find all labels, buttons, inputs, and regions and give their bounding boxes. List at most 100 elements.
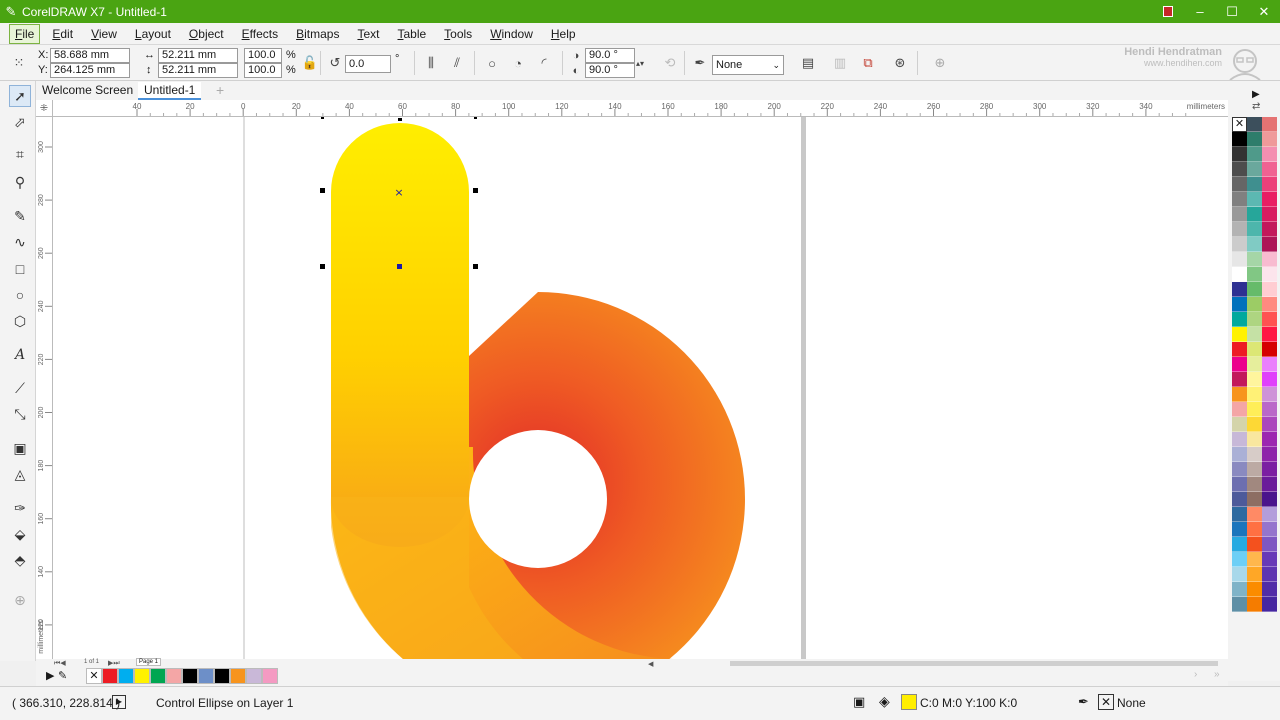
- document-color-swatch[interactable]: [230, 668, 246, 684]
- smart-fill-icon[interactable]: ⬘: [9, 549, 31, 571]
- connector-tool-icon[interactable]: ⤡: [9, 403, 31, 425]
- palette-swatch[interactable]: [1262, 597, 1277, 612]
- palette-swatch[interactable]: [1247, 327, 1262, 342]
- tab-untitled-1[interactable]: Untitled-1: [138, 82, 202, 100]
- page-nav-forward-arrows[interactable]: ▶⏭: [108, 659, 120, 668]
- palette-swatch[interactable]: [1262, 207, 1277, 222]
- palette-swatch[interactable]: [1247, 177, 1262, 192]
- palette-swatch[interactable]: [1262, 237, 1277, 252]
- palette-swatch[interactable]: [1262, 297, 1277, 312]
- scale-height-field[interactable]: 100.0: [244, 63, 282, 78]
- menu-effects[interactable]: Effects: [236, 24, 284, 44]
- palette-swatch[interactable]: [1232, 177, 1247, 192]
- outline-none-swatch[interactable]: ✕: [1098, 694, 1114, 710]
- shape-tool-icon[interactable]: ⬀: [9, 111, 31, 133]
- menu-table[interactable]: Table: [391, 24, 432, 44]
- vertical-ruler[interactable]: 300 280 260 240 220 200 180 160 140 120 millimeter…: [36, 117, 53, 659]
- to-back-icon[interactable]: ▥: [830, 53, 850, 73]
- palette-swatch[interactable]: [1247, 432, 1262, 447]
- palette-swatch[interactable]: [1247, 297, 1262, 312]
- palette-swatch[interactable]: [1262, 447, 1277, 462]
- palette-swatch[interactable]: [1232, 192, 1247, 207]
- minimize-button[interactable]: –: [1184, 0, 1216, 23]
- palette-swatch[interactable]: [1262, 282, 1277, 297]
- handle-bottom-left[interactable]: [320, 264, 325, 269]
- center-marker-icon[interactable]: ×: [394, 186, 403, 199]
- bottom-no-color-swatch[interactable]: ✕: [86, 668, 102, 684]
- palette-swatch[interactable]: [1262, 342, 1277, 357]
- palette-swatch[interactable]: [1232, 552, 1247, 567]
- lock-ratio-icon[interactable]: 🔓: [300, 53, 320, 73]
- menu-object[interactable]: Object: [183, 24, 230, 44]
- palette-swatch[interactable]: [1247, 402, 1262, 417]
- menu-tools[interactable]: Tools: [438, 24, 478, 44]
- width-field[interactable]: 52.211 mm: [158, 48, 238, 63]
- handle-top-edge-left[interactable]: [321, 117, 324, 119]
- menu-view[interactable]: View: [85, 24, 123, 44]
- palette-swatch[interactable]: [1247, 117, 1262, 132]
- palette-swatch[interactable]: [1232, 162, 1247, 177]
- palette-swatch[interactable]: [1232, 447, 1247, 462]
- palette-swatch[interactable]: [1262, 267, 1277, 282]
- x-position-field[interactable]: 58.688 mm: [50, 48, 130, 63]
- palette-swatch[interactable]: [1232, 522, 1247, 537]
- document-color-swatch[interactable]: [246, 668, 262, 684]
- maximize-button[interactable]: ☐: [1216, 0, 1248, 23]
- palette-swatch[interactable]: [1232, 582, 1247, 597]
- help-flag-icon[interactable]: [1152, 0, 1184, 23]
- palette-swatch[interactable]: [1232, 432, 1247, 447]
- close-button[interactable]: ✕: [1248, 0, 1280, 23]
- menu-file[interactable]: File: [9, 23, 41, 44]
- pie-mode-icon[interactable]: ◔: [508, 53, 528, 73]
- palette-swatch[interactable]: [1247, 597, 1262, 612]
- palette-column-2[interactable]: [1247, 117, 1262, 612]
- palette-swatch[interactable]: [1247, 252, 1262, 267]
- palette-swatch[interactable]: [1262, 537, 1277, 552]
- to-front-icon[interactable]: ▤: [798, 53, 818, 73]
- palette-swatch[interactable]: [1247, 357, 1262, 372]
- menu-window[interactable]: Window: [484, 24, 539, 44]
- palette-swatch[interactable]: [1262, 117, 1277, 132]
- palette-swatch[interactable]: [1262, 132, 1277, 147]
- palette-swatch[interactable]: [1232, 222, 1247, 237]
- document-color-swatch[interactable]: [166, 668, 182, 684]
- palette-swatch[interactable]: [1232, 492, 1247, 507]
- palette-swatch[interactable]: [1232, 597, 1247, 612]
- palette-swatch[interactable]: [1247, 192, 1262, 207]
- palette-swatch[interactable]: [1232, 147, 1247, 162]
- palette-swatch[interactable]: [1247, 582, 1262, 597]
- palette-swatch[interactable]: [1232, 237, 1247, 252]
- direction-icon[interactable]: ⟲: [660, 53, 680, 73]
- palette-swatch[interactable]: [1232, 207, 1247, 222]
- palette-swatch[interactable]: [1247, 567, 1262, 582]
- drawing-canvas[interactable]: ×: [53, 117, 1228, 659]
- palette-swatch[interactable]: [1232, 372, 1247, 387]
- palette-swatch[interactable]: [1232, 507, 1247, 522]
- palette-swatch[interactable]: [1262, 192, 1277, 207]
- fill-color-swatch[interactable]: [901, 694, 917, 710]
- palette-swatch[interactable]: [1232, 132, 1247, 147]
- horizontal-ruler[interactable]: 40 20 0 20 40 60 80 100 120 140 160 180 200 220 240 260…: [53, 100, 1228, 117]
- palette-swatch[interactable]: [1247, 162, 1262, 177]
- palette-swatch[interactable]: [1247, 267, 1262, 282]
- angle-spinner-icon[interactable]: ▴▾: [634, 48, 646, 78]
- add-tool-icon[interactable]: ⊕: [9, 589, 31, 611]
- freehand-tool-icon[interactable]: ✎: [9, 205, 31, 227]
- palette-swatch[interactable]: [1262, 432, 1277, 447]
- menu-bitmaps[interactable]: Bitmaps: [290, 24, 345, 44]
- palette-swatch[interactable]: [1262, 387, 1277, 402]
- node-handle-blue[interactable]: [397, 264, 402, 269]
- parallel-dimension-icon[interactable]: ⟋: [9, 377, 31, 399]
- drop-shadow-icon[interactable]: ▣: [9, 437, 31, 459]
- palette-swatch[interactable]: [1232, 267, 1247, 282]
- menu-text[interactable]: Text: [351, 24, 385, 44]
- arc-mode-icon[interactable]: ◜: [534, 53, 554, 73]
- interactive-fill-icon[interactable]: ⬙: [9, 523, 31, 545]
- tab-welcome-screen[interactable]: Welcome Screen: [36, 82, 139, 100]
- y-position-field[interactable]: 264.125 mm: [50, 63, 130, 78]
- handle-top-left[interactable]: [320, 188, 325, 193]
- palette-swatch[interactable]: [1247, 507, 1262, 522]
- document-palette-arrow-icon[interactable]: ▶: [46, 669, 54, 682]
- add-quick-customize-icon[interactable]: ⊕: [930, 53, 950, 73]
- artistic-media-icon[interactable]: ∿: [9, 231, 31, 253]
